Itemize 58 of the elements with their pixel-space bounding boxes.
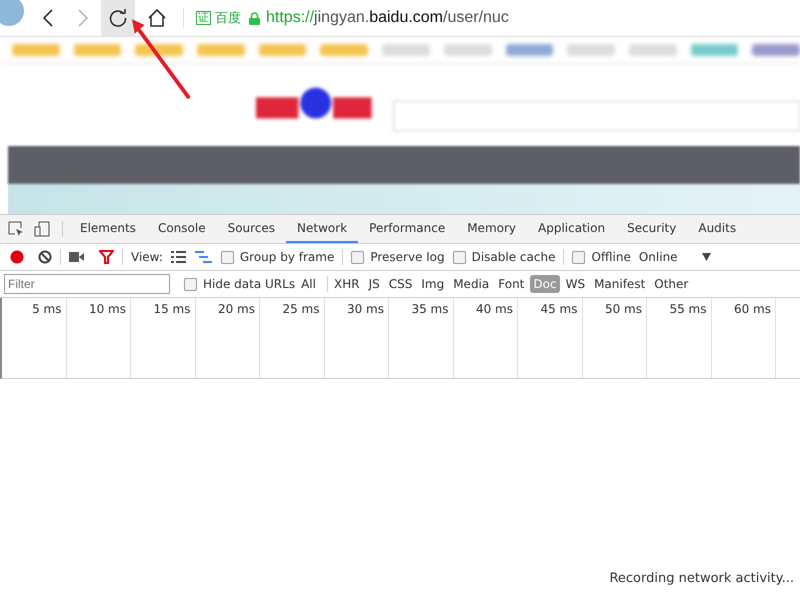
status-text: Recording network activity... [609,571,794,586]
waterfall-view-icon[interactable] [194,251,213,263]
devtools-tab[interactable]: Application [527,215,616,243]
timeline-tick: 55 ms [647,298,712,378]
forward-icon [77,9,89,27]
video-camera-icon[interactable] [69,251,85,263]
filter-icon[interactable] [99,250,114,264]
timeline-tick: 10 ms [66,298,131,378]
timeline-tick: 45 ms [518,298,582,378]
devtools-tab[interactable]: Elements [69,215,147,243]
type-filter[interactable]: All [298,275,319,293]
reload-button[interactable] [101,0,135,36]
reload-icon [108,8,128,28]
option-checkbox[interactable]: Group by frame [220,250,334,264]
back-icon [42,9,54,27]
filter-field[interactable]: Filter [4,274,170,294]
device-icon[interactable] [34,221,50,237]
devtools-tab[interactable]: Performance [358,215,456,243]
address-url[interactable]: https://jingyan.baidu.com/user/nuc [266,9,509,27]
timeline-tick: 50 ms [582,298,647,378]
type-filter[interactable]: WS [562,275,588,293]
dropdown-icon[interactable] [702,253,711,261]
hide-data-urls-checkbox[interactable]: Hide data URLs [184,277,296,291]
devtools-tab[interactable]: Network [286,215,358,243]
type-filter[interactable]: CSS [386,275,416,293]
devtools-tab[interactable]: Security [616,215,688,243]
devtools-tab[interactable]: Sources [216,215,286,243]
devtools-tab[interactable]: Memory [456,215,528,243]
type-filter[interactable]: Manifest [591,275,648,293]
timeline-tick: 5 ms [2,298,66,378]
site-name: 百度 [215,10,241,27]
option-checkbox[interactable]: Preserve log [351,250,445,264]
timeline-tick: 30 ms [324,298,389,378]
clear-icon[interactable] [38,250,52,264]
record-icon[interactable] [10,250,24,264]
type-filter[interactable]: Media [450,275,492,293]
option-checkbox[interactable]: Disable cache [452,250,556,264]
throttle-select[interactable]: Online [638,250,678,264]
certificate-badge: 证 [196,11,211,25]
timeline-tick: 40 ms [454,298,518,378]
timeline-tick: 25 ms [260,298,324,378]
timeline-tick: 20 ms [196,298,260,378]
timeline-tick: 60 ms [712,298,776,378]
timeline-tick: 15 ms [131,298,196,378]
view-label: View: [131,250,163,264]
type-filter[interactable]: XHR [330,275,363,293]
type-filter[interactable]: Img [418,275,448,293]
type-filter[interactable]: JS [366,275,383,293]
option-checkbox[interactable]: Offline [572,250,631,264]
list-view-icon[interactable] [170,251,187,263]
home-icon [147,8,167,28]
devtools-tab[interactable]: Console [146,215,217,243]
type-filter[interactable]: Font [495,275,528,293]
type-filter[interactable]: Other [651,275,692,293]
devtools-tab[interactable]: Audits [687,215,748,243]
inspect-icon[interactable] [8,221,24,237]
lock-icon [249,12,260,24]
timeline-tick: 35 ms [389,298,454,378]
